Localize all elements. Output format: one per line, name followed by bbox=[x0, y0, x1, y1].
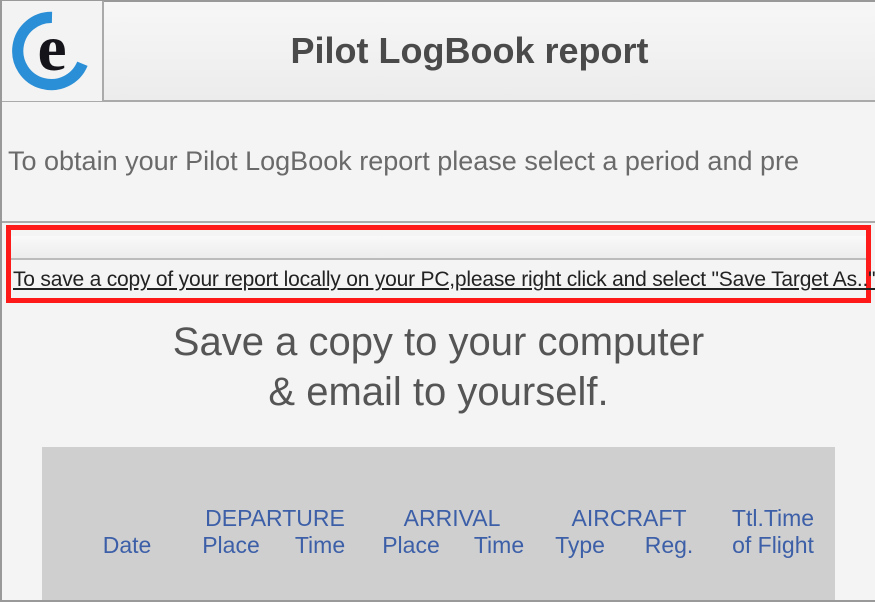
group-departure: DEPARTURE bbox=[186, 505, 364, 532]
big-caption: Save a copy to your computer & email to … bbox=[2, 317, 875, 417]
report-preview: DEPARTURE ARRIVAL AIRCRAFT Ttl.Time Date… bbox=[42, 447, 835, 600]
big-caption-line1: Save a copy to your computer bbox=[2, 317, 875, 367]
col-arr-place: Place bbox=[364, 532, 458, 559]
instruction-row: To obtain your Pilot LogBook report plea… bbox=[2, 102, 875, 223]
instruction-text: To obtain your Pilot LogBook report plea… bbox=[8, 146, 871, 177]
col-arr-time: Time bbox=[458, 532, 540, 559]
col-dep-time: Time bbox=[276, 532, 364, 559]
app-root: e Pilot LogBook report To obtain your Pi… bbox=[0, 0, 875, 602]
svg-text:e: e bbox=[37, 13, 66, 85]
col-reg: Reg. bbox=[620, 532, 718, 559]
group-header-row: DEPARTURE ARRIVAL AIRCRAFT Ttl.Time bbox=[42, 505, 835, 532]
group-arrival: ARRIVAL bbox=[364, 505, 540, 532]
col-date: Date bbox=[68, 532, 186, 559]
col-type: Type bbox=[540, 532, 620, 559]
page-title: Pilot LogBook report bbox=[104, 30, 835, 72]
title-cell: Pilot LogBook report bbox=[104, 30, 875, 72]
group-aircraft: AIRCRAFT bbox=[540, 505, 718, 532]
save-highlight-box: To save a copy of your report locally on… bbox=[6, 225, 871, 303]
col-dep-place: Place bbox=[186, 532, 276, 559]
app-logo-icon: e bbox=[12, 11, 92, 91]
highlight-bar bbox=[11, 236, 866, 260]
group-ttltime: Ttl.Time bbox=[718, 505, 828, 532]
report-headers: DEPARTURE ARRIVAL AIRCRAFT Ttl.Time Date… bbox=[42, 505, 835, 559]
col-of-flight: of Flight bbox=[718, 532, 828, 559]
logo-cell: e bbox=[2, 1, 104, 101]
header: e Pilot LogBook report bbox=[2, 2, 875, 102]
big-caption-line2: & email to yourself. bbox=[2, 367, 875, 417]
column-header-row: Date Place Time Place Time Type Reg. of … bbox=[42, 532, 835, 559]
save-target-link[interactable]: To save a copy of your report locally on… bbox=[13, 268, 864, 292]
